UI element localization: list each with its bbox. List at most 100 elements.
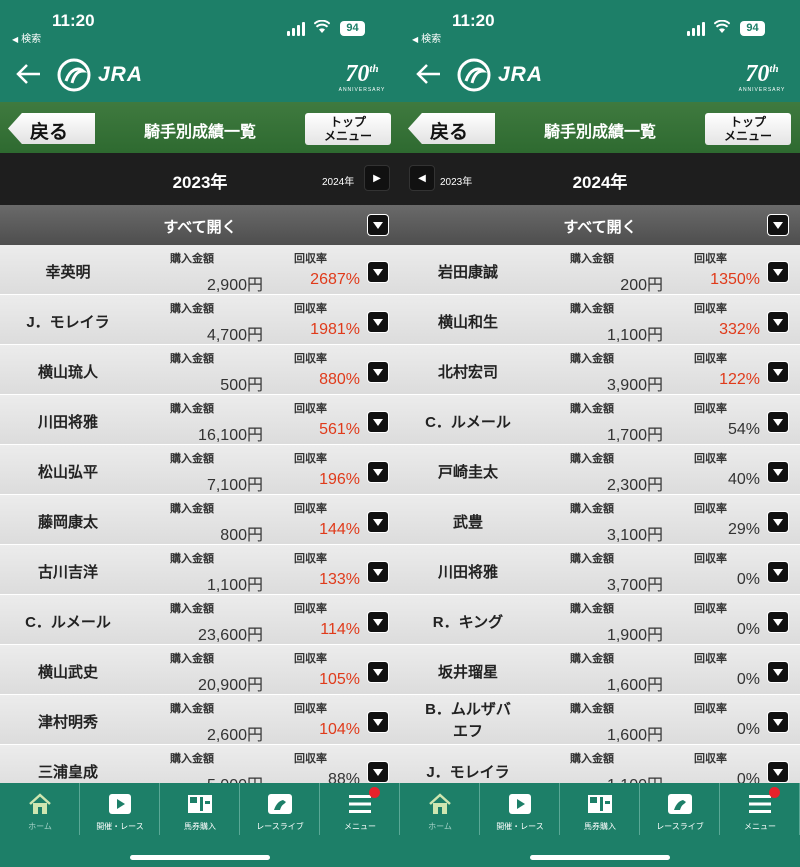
jockey-name-line1: C．ルメール [425,414,511,431]
jockey-row[interactable]: 幸英明 購入金額 回収率 2,900円 2687% [0,245,400,295]
tab-menu[interactable]: メニュー [720,783,800,835]
status-bar: 11:20 ◀ 検索 94 [0,0,400,48]
tab-horse[interactable]: レースライブ [240,783,320,835]
rate-value: 880% [319,371,360,388]
expand-row-button[interactable] [767,461,789,483]
expand-row-button[interactable] [367,411,389,433]
year-next-label[interactable]: 2024年 [322,173,354,188]
jockey-row[interactable]: 川田将雅 購入金額 回収率 3,700円 0% [400,545,800,595]
rate-label: 回収率 [694,553,727,565]
expand-row-button[interactable] [367,611,389,633]
back-to-app-link[interactable]: ◀ 検索 [12,30,41,45]
expand-row-button[interactable] [767,561,789,583]
tab-menu[interactable]: メニュー [320,783,400,835]
jockey-row[interactable]: 戸崎圭太 購入金額 回収率 2,300円 40% [400,445,800,495]
jockey-row[interactable]: 岩田康誠 購入金額 回収率 200円 1350% [400,245,800,295]
expand-row-button[interactable] [367,361,389,383]
expand-row-button[interactable] [367,261,389,283]
expand-row-button[interactable] [767,761,789,783]
jockey-row[interactable]: 三浦皇成 購入金額 回収率 5,000円 88% [0,745,400,783]
tab-home[interactable]: ホーム [400,783,480,835]
tab-play[interactable]: 開催・レース [80,783,160,835]
chevron-down-icon [373,669,383,676]
expand-row-button[interactable] [767,361,789,383]
nav-bar: 戻る 騎手別成績一覧 トップ メニュー [400,102,800,153]
expand-row-button[interactable] [767,411,789,433]
amount-value: 2,900円 [206,277,263,294]
rate-value: 40% [727,471,760,488]
top-menu-button[interactable]: トップ メニュー [705,113,791,145]
chevron-down-icon [373,619,383,626]
jockey-row[interactable]: 横山和生 購入金額 回収率 1,100円 332% [400,295,800,345]
back-arrow-icon[interactable] [14,62,42,86]
jockey-name-line1: 川田将雅 [37,414,98,431]
jockey-row[interactable]: B．ムルザバ エフ 購入金額 回収率 1,600円 0% [400,695,800,745]
amount-value: 16,100円 [198,427,263,444]
expand-row-button[interactable] [367,661,389,683]
expand-row-button[interactable] [367,761,389,783]
expand-all-button[interactable] [367,214,389,236]
expand-row-button[interactable] [367,311,389,333]
jockey-row[interactable]: 横山武史 購入金額 回収率 20,900円 105% [0,645,400,695]
expand-row-button[interactable] [767,661,789,683]
jockey-row[interactable]: R．キング 購入金額 回収率 1,900円 0% [400,595,800,645]
jockey-row[interactable]: 武豊 購入金額 回収率 3,100円 29% [400,495,800,545]
expand-row-button[interactable] [367,511,389,533]
expand-all-button[interactable] [767,214,789,236]
expand-row-button[interactable] [767,511,789,533]
expand-all-bar[interactable]: すべて開く [0,205,400,245]
jockey-row[interactable]: 松山弘平 購入金額 回収率 7,100円 196% [0,445,400,495]
top-menu-line1: トップ [729,115,766,129]
jockey-row[interactable]: 川田将雅 購入金額 回収率 16,100円 561% [0,395,400,445]
jockey-row[interactable]: 藤岡康太 購入金額 回収率 800円 144% [0,495,400,545]
chevron-down-icon [373,222,383,229]
jockey-row[interactable]: 古川吉洋 購入金額 回収率 1,100円 133% [0,545,400,595]
jockey-name: 戸崎圭太 [400,461,536,482]
expand-row-button[interactable] [767,261,789,283]
jockey-row[interactable]: 坂井瑠星 購入金額 回収率 1,600円 0% [400,645,800,695]
year-next-button[interactable]: ▶ [364,165,390,191]
expand-row-button[interactable] [767,611,789,633]
amount-value: 1,100円 [607,771,663,783]
amount-value: 7,100円 [206,477,263,494]
jockey-name-line1: 岩田康誠 [437,264,498,281]
jockey-row[interactable]: C．ルメール 購入金額 回収率 23,600円 114% [0,595,400,645]
amount-value: 1,100円 [606,327,663,344]
jockey-row[interactable]: 津村明秀 購入金額 回収率 2,600円 104% [0,695,400,745]
expand-row-button[interactable] [367,461,389,483]
amount-label: 購入金額 [570,303,614,315]
jockey-row[interactable]: J．モレイラ 購入金額 回収率 1,100円 0% [400,745,800,783]
tab-horse[interactable]: レースライブ [640,783,720,835]
rate-label: 回収率 [694,653,727,665]
chevron-down-icon [773,669,783,676]
jockey-name: 北村宏司 [400,361,536,382]
jockey-row[interactable]: 横山琉人 購入金額 回収率 500円 880% [0,345,400,395]
expand-row-button[interactable] [367,561,389,583]
home-icon [429,793,451,814]
chevron-down-icon [773,719,783,726]
jockey-row[interactable]: C．ルメール 購入金額 回収率 1,700円 54% [400,395,800,445]
chevron-down-icon [373,719,383,726]
expand-all-bar[interactable]: すべて開く [400,205,800,245]
wifi-icon [714,20,730,33]
expand-row-button[interactable] [767,711,789,733]
expand-row-button[interactable] [367,711,389,733]
jockey-row[interactable]: 北村宏司 購入金額 回収率 3,900円 122% [400,345,800,395]
back-to-app-link[interactable]: ◀ 検索 [412,30,441,45]
expand-row-button[interactable] [767,311,789,333]
tab-label: メニュー [344,822,376,831]
rate-label: 回収率 [694,703,727,715]
tab-ticket[interactable]: 馬券購入 [160,783,240,835]
jockey-name-line1: 三浦皇成 [37,764,98,781]
back-arrow-icon[interactable] [414,62,442,86]
rate-label: 回収率 [294,253,327,265]
jockey-name-line1: 北村宏司 [437,364,498,381]
amount-label: 購入金額 [170,453,214,465]
top-menu-button[interactable]: トップ メニュー [305,113,391,145]
tab-ticket[interactable]: 馬券購入 [560,783,640,835]
tab-play[interactable]: 開催・レース [480,783,560,835]
rate-value: 0% [736,771,760,783]
jockey-name-line1: J．モレイラ [426,764,510,781]
jockey-row[interactable]: J．モレイラ 購入金額 回収率 4,700円 1981% [0,295,400,345]
tab-home[interactable]: ホーム [0,783,80,835]
